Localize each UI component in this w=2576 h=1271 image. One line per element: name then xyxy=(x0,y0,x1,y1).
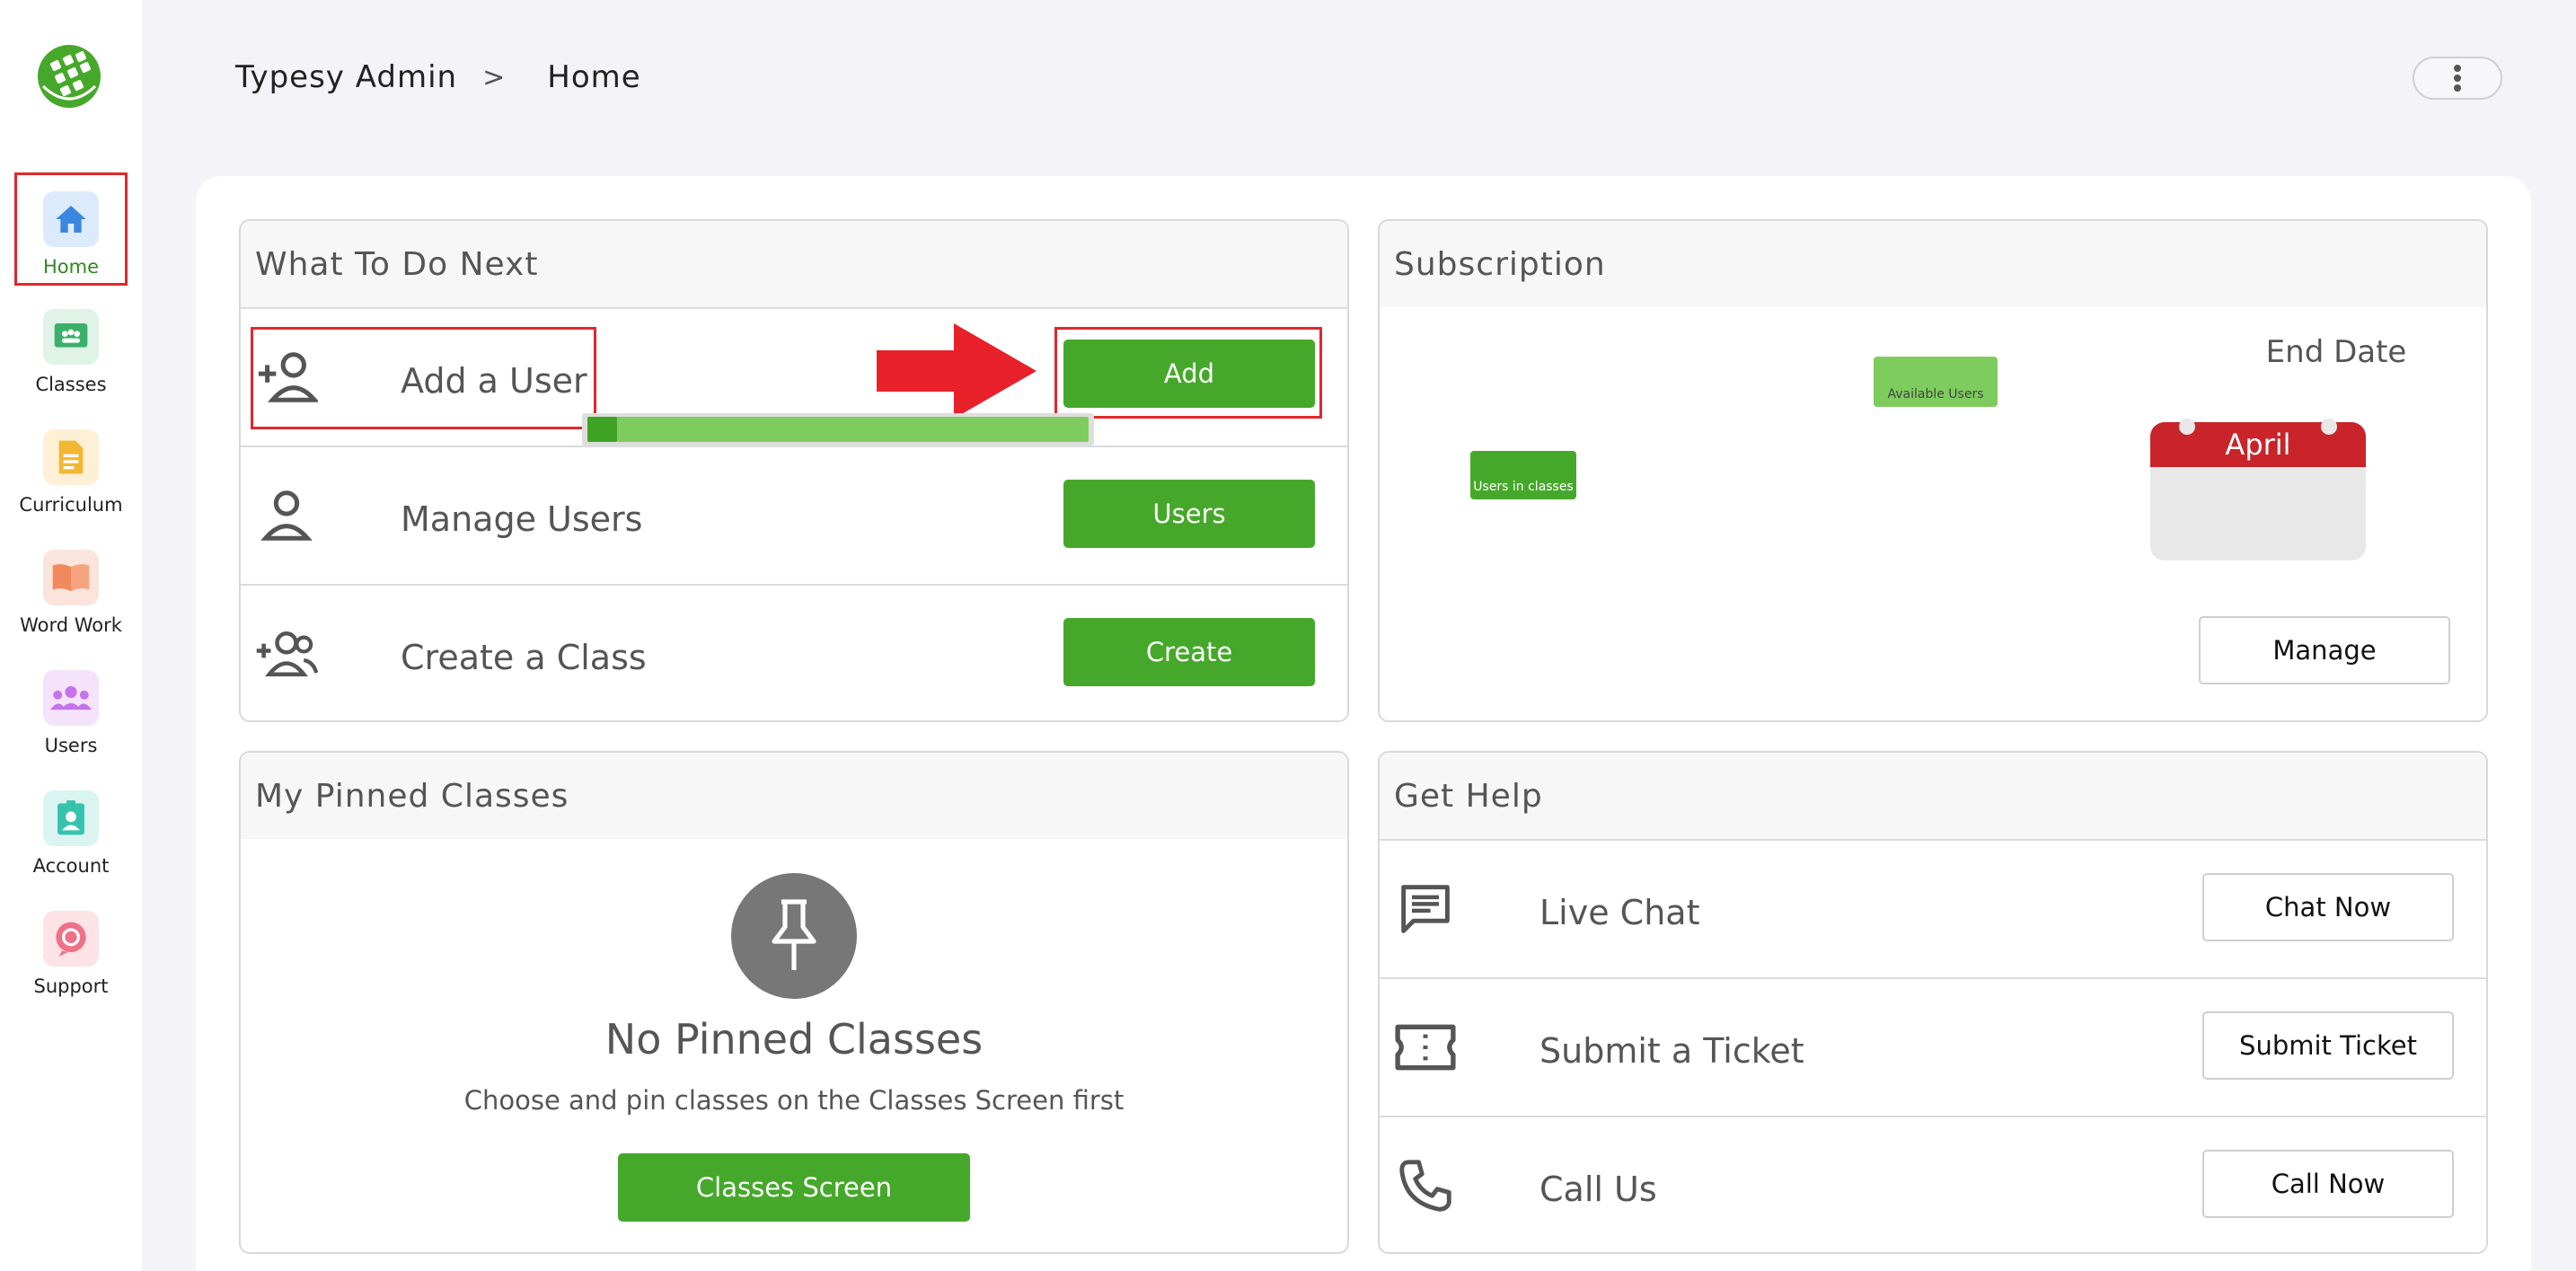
ticket-icon xyxy=(1395,1024,1456,1071)
account-icon xyxy=(43,790,99,846)
task-row-manage-users: Manage Users Users xyxy=(241,446,1347,584)
sidebar-item-users[interactable]: Users xyxy=(14,654,128,767)
task-label: Create a Class xyxy=(401,638,647,677)
user-icon xyxy=(260,490,313,541)
create-button[interactable]: Create xyxy=(1063,618,1315,686)
users-button[interactable]: Users xyxy=(1063,480,1315,548)
sidebar-item-label: Word Work xyxy=(20,614,122,636)
task-label: Manage Users xyxy=(401,499,643,539)
book-icon xyxy=(43,550,99,605)
sidebar-item-curriculum[interactable]: Curriculum xyxy=(14,413,128,526)
sidebar-item-label: Account xyxy=(32,855,110,877)
card-title: Get Help xyxy=(1380,753,2486,839)
help-label: Live Chat xyxy=(1539,893,1700,932)
card-title: What To Do Next xyxy=(241,221,1347,307)
chat-icon xyxy=(1401,885,1450,933)
users-in-classes-tooltip: Users in classes xyxy=(1470,451,1576,499)
sidebar-item-label: Users xyxy=(44,735,98,756)
help-label: Submit a Ticket xyxy=(1539,1031,1804,1071)
task-row-create-class: Create a Class Create xyxy=(241,584,1347,720)
home-icon xyxy=(43,191,99,247)
sidebar: Home Classes Curriculum Word Work Users … xyxy=(0,0,142,1271)
help-label: Call Us xyxy=(1539,1169,1657,1209)
users-icon xyxy=(43,670,99,726)
classes-icon xyxy=(43,309,99,365)
empty-state-title: No Pinned Classes xyxy=(604,1015,984,1064)
available-users-tooltip: Available Users xyxy=(1874,357,1998,407)
help-row-submit-ticket: Submit a Ticket Submit Ticket xyxy=(1380,977,2486,1116)
sidebar-item-word-work[interactable]: Word Work xyxy=(14,534,128,647)
support-icon xyxy=(43,911,99,966)
sidebar-item-label: Home xyxy=(42,256,99,278)
phone-icon xyxy=(1399,1160,1451,1212)
arrow-right-icon xyxy=(877,323,1037,419)
users-in-classes-bar xyxy=(587,417,617,442)
end-date-label: End Date xyxy=(2265,334,2407,370)
card-title: Subscription xyxy=(1380,221,2486,307)
breadcrumb: Typesy Admin > Home xyxy=(235,59,641,95)
more-options-button[interactable] xyxy=(2413,57,2502,100)
sidebar-item-support[interactable]: Support xyxy=(14,895,128,1008)
help-row-call-us: Call Us Call Now xyxy=(1380,1116,2486,1252)
submit-ticket-button[interactable]: Submit Ticket xyxy=(2202,1011,2454,1080)
add-group-icon xyxy=(256,631,318,677)
users-progress-bar xyxy=(582,413,1094,446)
chat-now-button[interactable]: Chat Now xyxy=(2202,873,2454,941)
calendar-ring-right xyxy=(2321,419,2337,435)
add-user-highlight xyxy=(251,327,596,429)
pinned-classes-card: My Pinned Classes No Pinned Classes Choo… xyxy=(239,751,1349,1254)
sidebar-item-home[interactable]: Home xyxy=(14,172,128,286)
calendar-ring-left xyxy=(2179,419,2195,435)
what-to-do-next-card: What To Do Next Add a User Add Manage Us… xyxy=(239,219,1349,722)
get-help-card: Get Help Live Chat Chat Now Submit a Tic… xyxy=(1378,751,2488,1254)
add-button-highlight xyxy=(1054,327,1322,419)
sidebar-item-label: Classes xyxy=(35,374,107,395)
manage-button[interactable]: Manage xyxy=(2199,616,2450,684)
curriculum-icon xyxy=(43,429,99,485)
card-title: My Pinned Classes xyxy=(241,753,1347,839)
sidebar-item-label: Curriculum xyxy=(19,494,123,516)
calendar-icon: April xyxy=(2150,422,2366,560)
empty-state-subtitle: Choose and pin classes on the Classes Sc… xyxy=(463,1085,1125,1116)
typesy-logo-icon[interactable] xyxy=(36,43,102,110)
available-users-bar xyxy=(587,417,1089,442)
pin-icon xyxy=(731,873,857,999)
sidebar-item-account[interactable]: Account xyxy=(14,774,128,887)
sidebar-item-label: Support xyxy=(33,975,109,997)
sidebar-item-classes[interactable]: Classes xyxy=(14,293,128,406)
call-now-button[interactable]: Call Now xyxy=(2202,1150,2454,1218)
help-row-live-chat: Live Chat Chat Now xyxy=(1380,839,2486,977)
more-vertical-icon xyxy=(2454,65,2461,92)
breadcrumb-separator: > xyxy=(482,61,507,93)
breadcrumb-current: Home xyxy=(547,59,641,95)
breadcrumb-root[interactable]: Typesy Admin xyxy=(235,59,457,95)
classes-screen-button[interactable]: Classes Screen xyxy=(618,1153,970,1222)
